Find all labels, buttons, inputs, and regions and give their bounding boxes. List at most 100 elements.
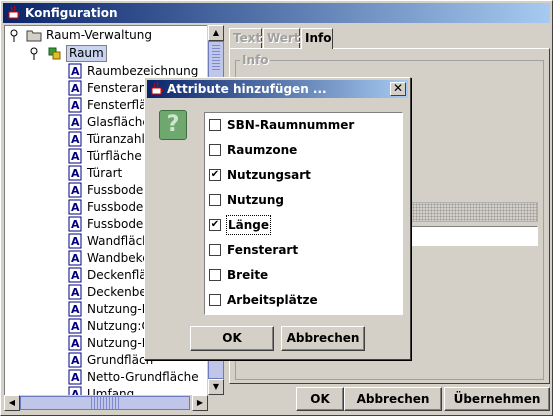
attribute-icon: A [68,199,82,215]
tree-leaf-label: Fensterflä [87,98,147,112]
cancel-button[interactable]: Abbrechen [344,387,442,411]
room-node-icon [48,47,61,60]
attribute-icon: A [68,80,82,96]
tree-leaf-label: Glasfläche [87,115,150,129]
attribute-icon: A [68,216,82,232]
tree-leaf-label: Fensteran [87,81,147,95]
tree-selected-label: Raum [66,45,107,62]
svg-text:A: A [71,235,80,248]
expand-handle-icon[interactable] [8,27,24,43]
svg-text:A: A [71,65,80,78]
tree-leaf-label: Nutzung-K [87,302,150,316]
window-titlebar[interactable]: Konfiguration [3,3,550,23]
configuration-window: Konfiguration Raum-Verwaltung Raum A Raum… [0,0,553,416]
attribute-icon: A [68,165,82,181]
attribute-icon: A [68,63,82,79]
option-label: Raumzone [227,143,298,157]
svg-text:A: A [71,303,80,316]
tree-leaf-label: Wandfläch [87,234,150,248]
java-cup-icon [151,81,163,95]
checkmark-icon: ✔ [210,219,220,230]
checkbox[interactable]: ✔ [209,219,221,231]
option-label: Breite [227,268,269,282]
expand-handle-icon[interactable] [28,45,44,61]
disabled-field [411,202,538,222]
arrow-left-icon: ◀ [8,398,16,407]
attribute-icon: A [68,352,82,368]
tree-leaf-label: Türart [87,166,123,180]
scroll-right-button[interactable]: ▶ [192,395,208,411]
checkbox[interactable] [209,294,221,306]
checkbox[interactable]: ✔ [209,169,221,181]
tree-leaf-label: Türfläche [87,149,142,163]
attribute-icon: A [68,131,82,147]
scroll-up-button[interactable]: ▲ [208,25,224,41]
text-field[interactable] [411,226,538,246]
attribute-icon: A [68,148,82,164]
arrow-up-icon: ▲ [212,28,220,37]
arrow-right-icon: ▶ [196,398,204,407]
folder-icon [26,30,42,42]
info-group-title: Info [240,53,271,67]
attribute-checkbox-list: SBN-Raumnummer Raumzone ✔ Nutzungsart Nutzun… [204,112,403,315]
checkbox[interactable] [209,269,221,281]
dialog-close-button[interactable]: ✕ [390,82,406,96]
attribute-icon: A [68,318,82,334]
svg-text:A: A [71,337,80,350]
apply-button[interactable]: Übernehmen [444,387,550,411]
attribute-icon: A [68,97,82,113]
dialog-title: Attribute hinzufügen ... [167,82,327,96]
tab-wert[interactable]: Wert [263,28,300,48]
tree-leaf-label: Wandbeke [87,251,150,265]
arrow-down-icon: ▼ [212,382,220,391]
window-title: Konfiguration [25,6,118,20]
svg-text:A: A [71,269,80,282]
java-cup-icon [8,5,20,19]
option-label: Arbeitsplätze [227,293,318,307]
tree-leaf-label: Fussbode [87,183,144,197]
tree-leaf-label: Fussbode [87,200,144,214]
tab-info[interactable]: Info [301,28,333,49]
svg-text:A: A [71,286,80,299]
svg-text:A: A [71,150,80,163]
attribute-icon: A [68,284,82,300]
dialog-titlebar[interactable]: Attribute hinzufügen ... ✕ [147,80,408,98]
svg-text:A: A [71,99,80,112]
checkmark-icon: ✔ [210,169,220,180]
tree-leaf-label: Deckenflä [87,268,147,282]
close-icon: ✕ [392,81,404,95]
attribute-icon: A [68,301,82,317]
attribute-icon: A [68,267,82,283]
option-label: Nutzung [227,193,284,207]
tree-leaf-label: Netto-Grundfläche [87,370,199,384]
tree-leaf-label: Fussbode [87,217,144,231]
attribute-icon: A [68,114,82,130]
checkbox[interactable] [209,144,221,156]
ok-button[interactable]: OK [296,387,344,411]
checkbox[interactable] [209,194,221,206]
attribute-icon: A [68,369,82,385]
option-label: SBN-Raumnummer [227,118,355,132]
grip-icon [212,44,220,70]
attribute-icon: A [68,335,82,351]
attribute-icon: A [68,182,82,198]
checkbox[interactable] [209,244,221,256]
checkbox[interactable] [209,119,221,131]
scroll-down-button[interactable]: ▼ [208,379,224,395]
tab-text[interactable]: Text [229,28,262,48]
svg-text:A: A [71,116,80,129]
dialog-ok-button[interactable]: OK [190,326,274,351]
scroll-left-button[interactable]: ◀ [4,395,20,411]
option-label: Länge [225,215,272,235]
svg-text:A: A [71,371,80,384]
tree-horizontal-scrollbar[interactable]: ◀ ▶ [4,395,208,411]
tree-root-label: Raum-Verwaltung [46,28,152,42]
tree-leaf-label: Nutzung:O [87,319,151,333]
horizontal-scroll-thumb[interactable] [20,396,190,410]
option-label: Fensterart [227,243,299,257]
tree-leaf-label: Umfang [87,387,135,395]
add-attributes-dialog: Attribute hinzufügen ... ✕ ? SBN-Raumnum… [144,77,411,360]
svg-text:A: A [71,252,80,265]
svg-text:A: A [71,388,80,395]
dialog-cancel-button[interactable]: Abbrechen [281,326,365,351]
